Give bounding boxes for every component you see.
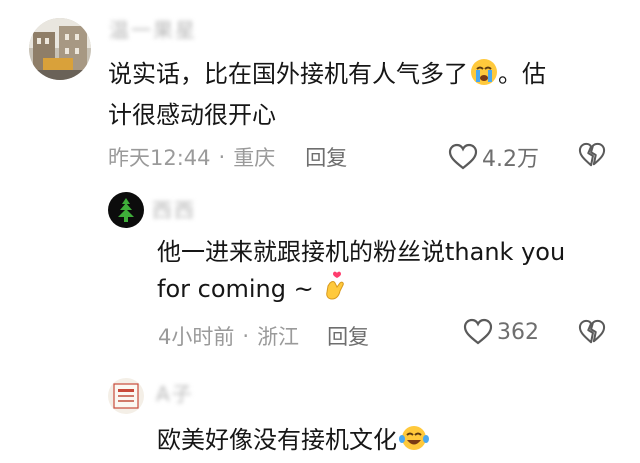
reply-item: 西西 他一进来就跟接机的粉丝说thank you for coming ~ 4小… xyxy=(0,180,640,360)
comment-item: 温一果星 说实话，比在国外接机有人气多了 。估 计很感动很开心 昨天12:44 ·… xyxy=(0,0,640,180)
avatar[interactable] xyxy=(108,378,144,414)
comment-text: 他一进来就跟接机的粉丝说thank you for coming ~ xyxy=(157,234,565,312)
comment-location: 浙江 xyxy=(257,325,300,349)
comment-text-line2: 计很感动很开心 xyxy=(108,101,276,129)
comment-text-line1: 说实话，比在国外接机有人气多了 xyxy=(108,60,468,88)
reply-button[interactable]: 回复 xyxy=(305,142,347,172)
comment-time: 4小时前 xyxy=(158,325,235,349)
comment-time: 昨天12:44 xyxy=(108,146,211,170)
comment-text: 欧美好像没有接机文化 xyxy=(157,422,429,463)
comment-location: 重庆 xyxy=(233,146,276,170)
comment-text-line1-tail: 。估 xyxy=(498,60,546,88)
heart-icon xyxy=(463,318,493,345)
avatar-image xyxy=(108,378,144,414)
comment-text: 说实话，比在国外接机有人气多了 。估 计很感动很开心 xyxy=(108,56,546,134)
avatar-image xyxy=(29,18,91,80)
reply-item: A子 欧美好像没有接机文化 xyxy=(0,360,640,463)
separator-dot: · xyxy=(218,145,226,169)
avatar[interactable] xyxy=(108,192,144,228)
comment-meta: 昨天12:44 · 重庆 回复 xyxy=(108,142,347,172)
dislike-button[interactable] xyxy=(578,142,606,172)
broken-heart-icon xyxy=(578,319,606,344)
finger-heart-emoji-icon xyxy=(322,271,350,312)
like-count: 4.2万 xyxy=(482,147,539,172)
avatar-image xyxy=(108,192,144,228)
comment-text-line1: 他一进来就跟接机的粉丝说thank you xyxy=(157,238,566,266)
username[interactable]: 温一果星 xyxy=(109,14,197,43)
reply-button[interactable]: 回复 xyxy=(327,321,369,351)
tears-of-joy-emoji-icon xyxy=(399,424,429,463)
username[interactable]: 西西 xyxy=(152,194,196,223)
comment-text-line2: for coming ~ xyxy=(157,275,314,303)
crying-face-emoji-icon xyxy=(470,58,498,97)
like-button[interactable]: 362 xyxy=(463,318,539,346)
username[interactable]: A子 xyxy=(156,378,194,407)
comment-text-line1: 欧美好像没有接机文化 xyxy=(157,426,397,454)
like-count: 362 xyxy=(497,319,539,345)
broken-heart-icon xyxy=(578,142,606,167)
heart-icon xyxy=(448,143,478,170)
avatar[interactable] xyxy=(29,18,91,80)
separator-dot: · xyxy=(242,324,250,348)
dislike-button[interactable] xyxy=(578,319,606,349)
like-button[interactable]: 4.2万 xyxy=(448,141,539,173)
comment-meta: 4小时前 · 浙江 回复 xyxy=(158,321,369,351)
